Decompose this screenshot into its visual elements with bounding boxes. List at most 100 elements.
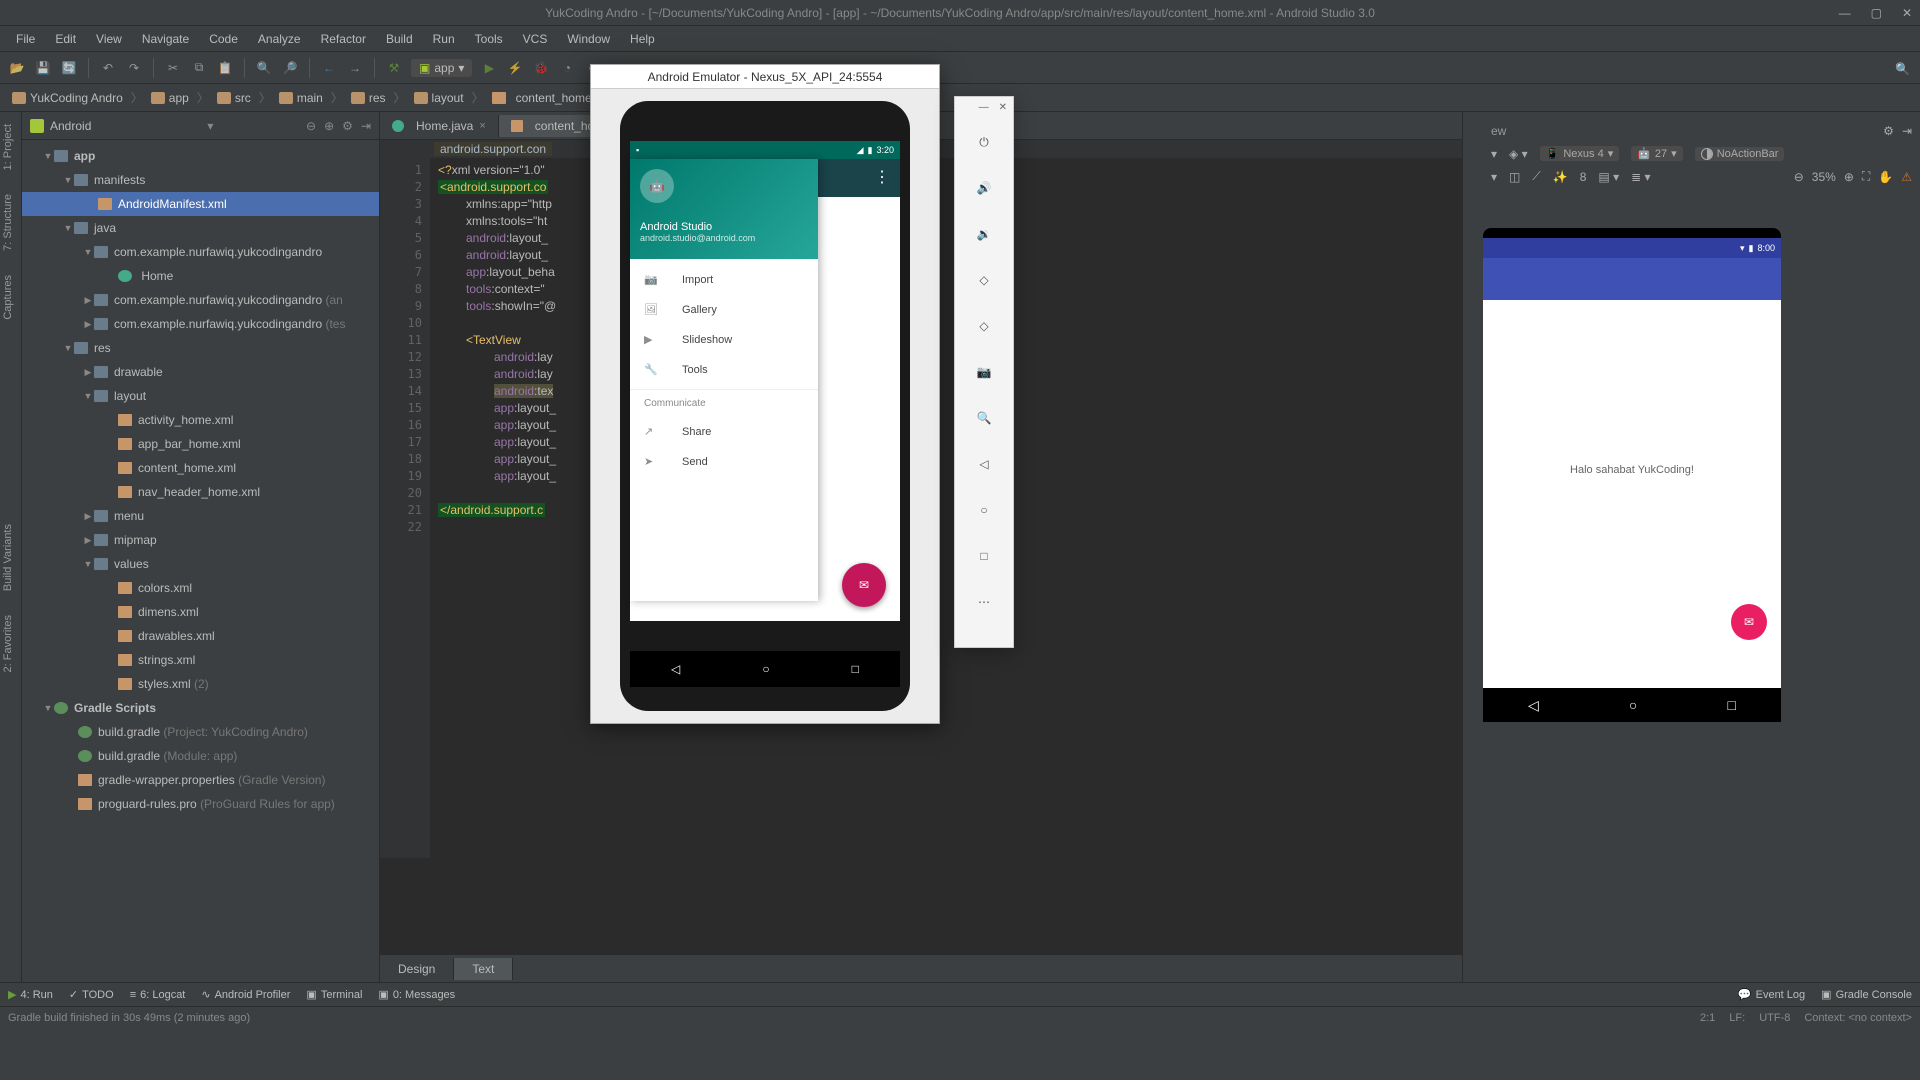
margins-icon[interactable]: ▤ ▾ — [1598, 170, 1619, 184]
device-dropdown[interactable]: 📱 Nexus 4 ▾ — [1540, 146, 1620, 161]
tab-structure[interactable]: 7: Structure — [0, 182, 16, 263]
collapse-icon[interactable]: ⊖ — [306, 119, 316, 133]
tree-manifest-file[interactable]: AndroidManifest.xml — [22, 192, 379, 216]
breadcrumb-app[interactable]: app — [147, 89, 193, 107]
theme-dropdown[interactable]: NoActionBar — [1695, 147, 1785, 161]
status-gradle-console[interactable]: ▣ Gradle Console — [1821, 988, 1912, 1001]
tree-pkg2[interactable]: ▶com.example.nurfawiq.yukcodingandro (an — [22, 288, 379, 312]
more-icon[interactable]: ⋯ — [973, 591, 995, 613]
tree-java[interactable]: ▼java — [22, 216, 379, 240]
debug-icon[interactable]: 🐞 — [532, 59, 550, 77]
minimize-icon[interactable]: — — [979, 102, 989, 113]
tree-home-class[interactable]: Home — [22, 264, 379, 288]
breadcrumb-project[interactable]: YukCoding Andro — [8, 89, 127, 107]
tree-layout-file[interactable]: content_home.xml — [22, 456, 379, 480]
tree-values-file[interactable]: strings.xml — [22, 648, 379, 672]
forward-icon[interactable]: → — [346, 59, 364, 77]
tree-proguard[interactable]: proguard-rules.pro (ProGuard Rules for a… — [22, 792, 379, 816]
save-icon[interactable]: 💾 — [34, 59, 52, 77]
rotate-left-icon[interactable]: ◇ — [973, 269, 995, 291]
close-icon[interactable]: ✕ — [999, 102, 1007, 113]
back-icon[interactable]: ◁ — [973, 453, 995, 475]
status-run[interactable]: ▶4: Run — [8, 988, 53, 1001]
drawer-item-share[interactable]: ↗Share — [630, 417, 818, 447]
drawer-item-slideshow[interactable]: ▶Slideshow — [630, 325, 818, 355]
search-everywhere-icon[interactable]: 🔍 — [1895, 62, 1910, 76]
tree-wrapper[interactable]: gradle-wrapper.properties (Gradle Versio… — [22, 768, 379, 792]
tree-res[interactable]: ▼res — [22, 336, 379, 360]
tree-layout-file[interactable]: nav_header_home.xml — [22, 480, 379, 504]
recent-nav-icon[interactable]: □ — [852, 662, 859, 676]
back-icon[interactable]: ← — [320, 59, 338, 77]
profile-icon[interactable]: ◔ — [558, 59, 576, 77]
menu-analyze[interactable]: Analyze — [250, 30, 309, 48]
menu-navigate[interactable]: Navigate — [134, 30, 197, 48]
navigation-drawer[interactable]: 🤖 Android Studio android.studio@android.… — [630, 159, 818, 601]
run-icon[interactable]: ▶ — [480, 59, 498, 77]
context-selector[interactable]: Context: <no context> — [1804, 1007, 1912, 1028]
undo-icon[interactable]: ↶ — [99, 59, 117, 77]
tree-values-file[interactable]: colors.xml — [22, 576, 379, 600]
paste-icon[interactable]: 📋 — [216, 59, 234, 77]
open-icon[interactable]: 📂 — [8, 59, 26, 77]
menu-window[interactable]: Window — [559, 30, 618, 48]
zoom-in-icon[interactable]: ⊕ — [1844, 170, 1854, 184]
tree-values[interactable]: ▼values — [22, 552, 379, 576]
menu-tools[interactable]: Tools — [467, 30, 511, 48]
tab-design[interactable]: Design — [380, 958, 454, 980]
layout-bounds-icon[interactable]: ◫ — [1509, 170, 1520, 184]
apply-changes-icon[interactable]: ⚡ — [506, 59, 524, 77]
maximize-icon[interactable]: ▢ — [1871, 0, 1882, 26]
volume-down-icon[interactable]: 🔉 — [973, 223, 995, 245]
menu-view[interactable]: View — [88, 30, 130, 48]
menu-refactor[interactable]: Refactor — [313, 30, 374, 48]
hide-icon[interactable]: ⇥ — [1902, 124, 1912, 138]
copy-icon[interactable]: ⧉ — [190, 59, 208, 77]
tree-values-file[interactable]: drawables.xml — [22, 624, 379, 648]
status-event-log[interactable]: 💬 Event Log — [1738, 988, 1805, 1001]
orientation-icon[interactable]: ▾ — [1491, 147, 1497, 161]
palette-icon[interactable]: ◈ ▾ — [1509, 147, 1528, 161]
breadcrumb-res[interactable]: res — [347, 89, 390, 107]
overflow-menu-icon[interactable]: ⋮ — [874, 167, 890, 187]
tree-styles[interactable]: styles.xml (2) — [22, 672, 379, 696]
sync-icon[interactable]: 🔄 — [60, 59, 78, 77]
project-view-mode[interactable]: Android — [50, 119, 91, 133]
menu-help[interactable]: Help — [622, 30, 663, 48]
locale-icon[interactable]: ▾ — [1491, 170, 1497, 184]
breadcrumb-layout[interactable]: layout — [410, 89, 468, 107]
power-icon[interactable]: ⏻ — [973, 131, 995, 153]
gear-icon[interactable]: ⚙ — [342, 119, 353, 133]
breadcrumb-main[interactable]: main — [275, 89, 327, 107]
run-config-dropdown[interactable]: ▣ app ▾ — [411, 59, 472, 77]
tree-pkg3[interactable]: ▶com.example.nurfawiq.yukcodingandro (te… — [22, 312, 379, 336]
tree-pkg1[interactable]: ▼com.example.nurfawiq.yukcodingandro — [22, 240, 379, 264]
clear-constraints-icon[interactable]: ✨ — [1553, 170, 1568, 184]
editor-tab-home[interactable]: Home.java× — [380, 115, 499, 137]
autoconnect-icon[interactable]: ⟋ — [1532, 169, 1540, 184]
tree-manifests[interactable]: ▼manifests — [22, 168, 379, 192]
drawer-item-import[interactable]: 📷Import — [630, 265, 818, 295]
pan-icon[interactable]: ✋ — [1878, 170, 1893, 184]
drawer-item-tools[interactable]: 🔧Tools — [630, 355, 818, 385]
tab-text[interactable]: Text — [454, 958, 513, 980]
gear-icon[interactable]: ⚙ — [1883, 124, 1894, 138]
home-nav-icon[interactable]: ○ — [762, 662, 769, 676]
cursor-position[interactable]: 2:1 — [1700, 1007, 1715, 1028]
menu-vcs[interactable]: VCS — [515, 30, 556, 48]
menu-edit[interactable]: Edit — [47, 30, 84, 48]
tab-captures[interactable]: Captures — [0, 263, 16, 332]
target-icon[interactable]: ⊕ — [324, 119, 334, 133]
replace-icon[interactable]: 🔎 — [281, 59, 299, 77]
api-dropdown[interactable]: 🤖 27 ▾ — [1631, 146, 1682, 161]
zoom-icon[interactable]: 🔍 — [973, 407, 995, 429]
tree-gradle-scripts[interactable]: ▼Gradle Scripts — [22, 696, 379, 720]
tree-build-gradle-module[interactable]: build.gradle (Module: app) — [22, 744, 379, 768]
screenshot-icon[interactable]: 📷 — [973, 361, 995, 383]
hide-icon[interactable]: ⇥ — [361, 119, 371, 133]
minimize-icon[interactable]: — — [1839, 0, 1851, 26]
tree-app[interactable]: ▼app — [22, 144, 379, 168]
find-icon[interactable]: 🔍 — [255, 59, 273, 77]
menu-code[interactable]: Code — [201, 30, 246, 48]
menu-run[interactable]: Run — [425, 30, 463, 48]
